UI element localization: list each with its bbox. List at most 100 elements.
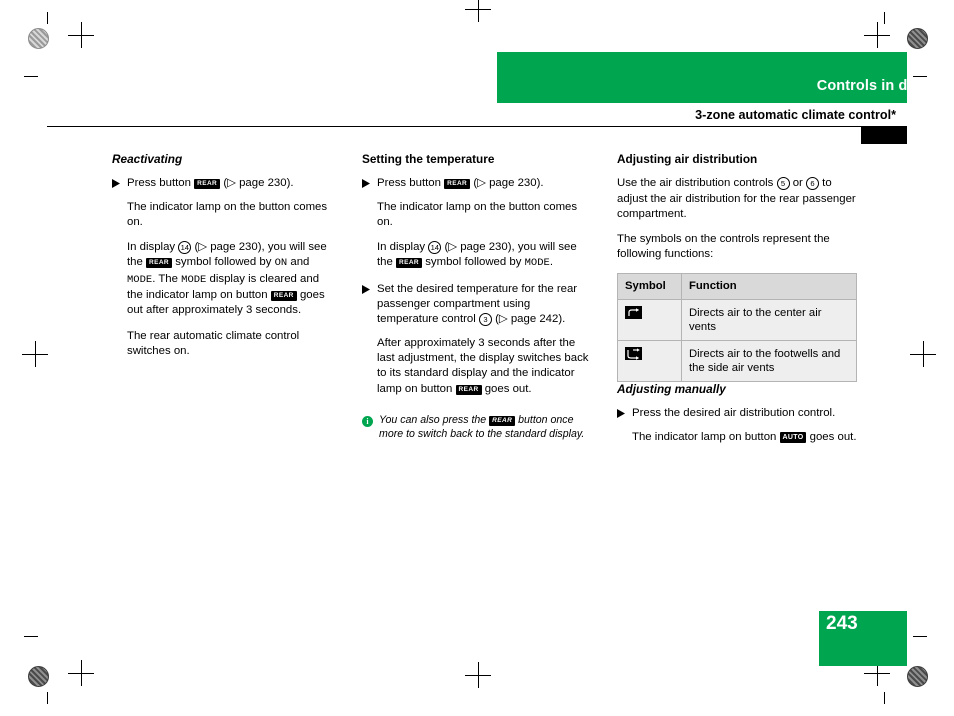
callout-6: 6 <box>806 177 820 191</box>
col2-step-1-pre: Press button <box>377 177 445 190</box>
crop-cross-right-mid <box>910 341 936 367</box>
col1-para-2-a: In display <box>127 241 179 254</box>
display-text-on: ON <box>274 257 288 270</box>
table-header-symbol: Symbol <box>617 272 682 301</box>
col2-step-1-ref: page 230). <box>489 177 544 190</box>
callout-14: 14 <box>178 241 192 255</box>
col2-para-2-a: In display <box>377 241 429 254</box>
col2-info-note: i You can also press the REAR button onc… <box>362 413 594 441</box>
crop-cross-top-right <box>864 22 890 48</box>
col2-para-2-d: . <box>549 256 553 269</box>
page-ref-arrow-icon: ▷ <box>448 241 461 254</box>
reg-dot-bottom-left <box>28 666 49 687</box>
rear-button-glyph-3: REAR <box>489 415 516 426</box>
col2-step-1: Press button REAR (▷ page 230). <box>362 176 594 191</box>
rear-symbol-glyph: REAR <box>146 258 173 269</box>
tick-bottom-right <box>884 692 885 704</box>
info-icon: i <box>362 413 379 441</box>
display-text-mode-2: MODE <box>181 273 207 286</box>
footwell-side-vents-icon <box>625 347 642 361</box>
reg-dot-top-left <box>28 28 49 49</box>
crop-cross-bottom-mid <box>465 662 491 688</box>
table-header-function: Function <box>681 272 857 301</box>
symbol-function-table: Symbol Function Directs air to the cente… <box>617 272 857 383</box>
col2-step-1-text: Press button REAR (▷ page 230). <box>377 176 594 191</box>
col2-para-3: After approximately 3 seconds after the … <box>377 336 594 397</box>
col2-info-note-text: You can also press the REAR button once … <box>379 413 594 441</box>
triangle-bullet-icon <box>617 406 632 421</box>
col2-para-3-b: goes out. <box>481 382 532 395</box>
page-ref-arrow-icon: ▷ <box>498 313 511 326</box>
callout-3: 3 <box>478 313 492 327</box>
header-rule <box>47 126 907 127</box>
table-cell-function-footwell: Directs air to the footwells and the sid… <box>681 340 857 383</box>
column-air-distribution: Adjusting air distribution Use the air d… <box>617 152 857 455</box>
reg-dot-top-right <box>907 28 928 49</box>
page-ref-arrow-icon: ▷ <box>227 177 240 190</box>
rear-symbol-glyph: REAR <box>396 258 423 269</box>
col3-step-1-text: Press the desired air distribution contr… <box>632 407 836 420</box>
table-row: Directs air to the center air vents <box>617 299 857 342</box>
display-text-mode: MODE <box>524 257 550 270</box>
col2-step-2-ref: page 242). <box>510 313 566 326</box>
center-vents-icon <box>625 306 642 320</box>
section-subtitle: 3-zone automatic climate control* <box>695 108 896 122</box>
rear-button-glyph: REAR <box>194 179 221 190</box>
col3-step-1: Press the desired air distribution contr… <box>617 406 857 421</box>
tick-right-upper <box>913 76 927 77</box>
rear-button-glyph-2: REAR <box>270 291 297 302</box>
crop-cross-bottom-left <box>68 660 94 686</box>
crop-cross-top-left <box>68 22 94 48</box>
info-icon-circle: i <box>362 415 373 427</box>
page-ref-arrow-icon: ▷ <box>477 177 490 190</box>
auto-button-glyph: AUTO <box>779 431 807 443</box>
triangle-bullet-icon <box>362 176 377 191</box>
column-setting-temperature: Setting the temperature Press button REA… <box>362 152 594 441</box>
tick-right-lower <box>913 636 927 637</box>
col1-para-2-d: and <box>287 256 310 269</box>
col1-para-2: In display 14 (▷ page 230), you will see… <box>127 240 337 318</box>
reg-dot-bottom-right <box>907 666 928 687</box>
crop-cross-left-mid <box>22 341 48 367</box>
rear-button-glyph: REAR <box>444 179 471 190</box>
col1-para-3: The rear automatic climate control switc… <box>127 329 300 357</box>
col1-step-1-pre: Press button <box>127 177 195 190</box>
header-rule-tab <box>861 126 907 144</box>
col2-step-2-text: Set the desired temperature for the rear… <box>377 282 594 328</box>
crop-cross-top-mid <box>465 0 491 22</box>
table-cell-function-center-vents: Directs air to the center air vents <box>681 299 857 342</box>
table-cell-symbol-center-vents <box>617 299 682 342</box>
rear-button-glyph-2: REAR <box>455 384 482 395</box>
col1-para-1: The indicator lamp on the button comes o… <box>127 200 328 228</box>
col3-para-1: Use the air distribution controls 5 or 6… <box>617 176 857 222</box>
col3-para-1-b: or <box>789 177 807 190</box>
col2-para-1: The indicator lamp on the button comes o… <box>377 200 578 228</box>
triangle-bullet-icon <box>362 282 377 328</box>
col1-step-1: Press button REAR (▷ page 230). <box>112 176 337 191</box>
col3-heading-2: Adjusting manually <box>617 382 726 397</box>
col3-para-3-a: The indicator lamp on button <box>632 430 780 443</box>
table-cell-symbol-footwell <box>617 340 682 383</box>
tick-left-upper <box>24 76 38 77</box>
table-row: Directs air to the footwells and the sid… <box>617 340 857 383</box>
column-reactivating: Reactivating Press button REAR (▷ page 2… <box>112 152 337 369</box>
col3-para-3-b: goes out. <box>806 430 857 443</box>
col2-para-2-c: symbol followed by <box>422 256 525 269</box>
display-text-mode: MODE <box>127 273 153 286</box>
col1-heading: Reactivating <box>112 152 183 166</box>
col2-note-a: You can also press the <box>379 413 490 426</box>
tick-bottom-left <box>47 692 48 704</box>
col3-para-1-a: Use the air distribution controls <box>617 177 777 190</box>
table-header-row: Symbol Function <box>617 272 857 301</box>
col3-para-3: The indicator lamp on button AUTO goes o… <box>632 430 857 445</box>
col3-heading: Adjusting air distribution <box>617 152 758 166</box>
header-title: Controls in detail <box>816 78 937 94</box>
col2-para-2: In display 14 (▷ page 230), you will see… <box>377 240 594 272</box>
col3-para-2: The symbols on the controls represent th… <box>617 233 830 261</box>
col2-step-2-b: ( <box>491 313 499 326</box>
col1-step-1-ref: page 230). <box>239 177 294 190</box>
col1-para-2-e: . The <box>152 272 182 285</box>
col2-step-2: Set the desired temperature for the rear… <box>362 282 594 328</box>
tick-top-left <box>47 12 48 24</box>
col1-step-1-text: Press button REAR (▷ page 230). <box>127 176 337 191</box>
